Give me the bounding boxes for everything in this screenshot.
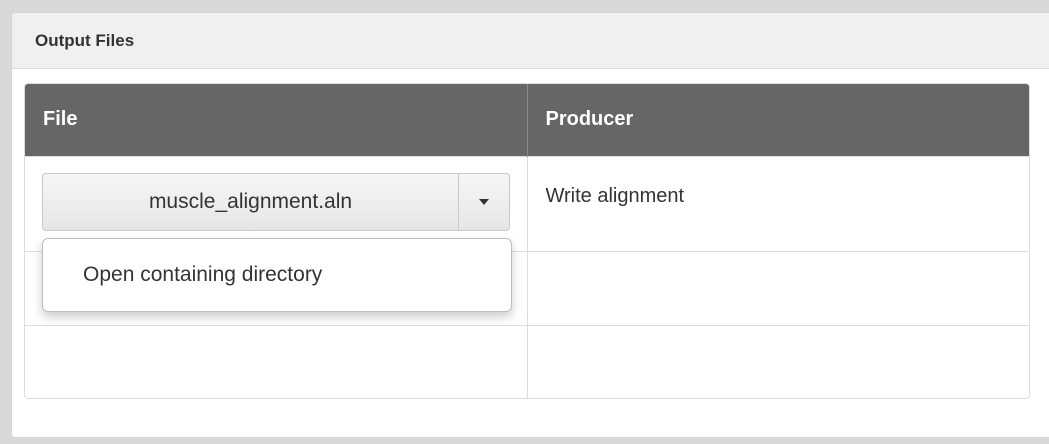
open-containing-directory-item[interactable]: Open containing directory (43, 242, 511, 308)
producer-cell: Write alignment (527, 155, 1029, 251)
dropdown-toggle-button[interactable] (459, 174, 509, 230)
file-dropdown-menu: Open containing directory (42, 238, 512, 312)
panel-title: Output Files (12, 13, 1049, 69)
file-split-button: muscle_alignment.aln (42, 173, 510, 231)
producer-cell (527, 324, 1029, 398)
column-header-file: File (25, 84, 528, 156)
open-file-button[interactable]: muscle_alignment.aln (43, 174, 459, 230)
caret-down-icon (479, 199, 489, 205)
producer-cell (527, 250, 1029, 325)
table-row (25, 324, 1029, 398)
file-cell (25, 324, 528, 398)
column-header-producer: Producer (527, 84, 1029, 156)
